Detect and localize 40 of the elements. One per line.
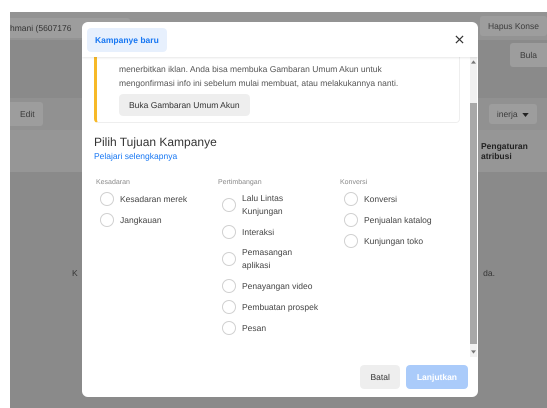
option-label: Jangkauan (120, 214, 162, 226)
option-label: Lalu Lintas Kunjungan (242, 192, 284, 218)
radio-button[interactable] (222, 225, 236, 239)
dialog-tab[interactable]: Kampanye baru (87, 28, 167, 52)
radio-button[interactable] (100, 192, 114, 206)
text-fragment: K (72, 268, 78, 278)
option-label: Penayangan video (242, 280, 312, 292)
caret-icon (522, 112, 529, 117)
radio-button[interactable] (222, 279, 236, 293)
notice-text: menerbitkan iklan. Anda bisa membuka Gambaran Umum Akun untuk mengonfirmasi info ini sebelum mulai membuat, atau melakukannya nanti. (119, 63, 400, 90)
period-button[interactable]: Bula (510, 43, 547, 67)
performance-button[interactable]: inerja (488, 104, 537, 124)
radio-button[interactable] (222, 252, 236, 266)
edit-button[interactable]: Edit (10, 102, 43, 126)
radio-button[interactable] (344, 234, 358, 248)
option-label: Pembuatan prospek (242, 300, 318, 314)
text-fragment: da. (483, 268, 495, 278)
scrollbar[interactable] (470, 57, 477, 357)
section-heading: Pilih Tujuan Kampanye (94, 135, 218, 149)
learn-more-link[interactable]: Pelajari selengkapnya (94, 151, 178, 161)
option-label: Kesadaran merek (120, 192, 188, 206)
radio-button[interactable] (344, 192, 358, 206)
close-icon[interactable] (455, 35, 464, 44)
option-label: Pemasangan aplikasi (242, 246, 292, 272)
scroll-down-icon[interactable] (471, 350, 476, 354)
radio-button[interactable] (100, 213, 114, 227)
radio-button[interactable] (222, 198, 236, 212)
cancel-button[interactable]: Batal (360, 365, 400, 389)
option-label: Penjualan katalog (364, 214, 432, 226)
radio-button[interactable] (222, 321, 236, 335)
radio-button[interactable] (344, 213, 358, 227)
account-overview-button[interactable]: Buka Gambaran Umum Akun (119, 94, 250, 116)
column-header: Pengaturan atribusi (481, 141, 529, 161)
scroll-up-icon[interactable] (471, 60, 476, 64)
radio-button[interactable] (222, 300, 236, 314)
option-label: Kunjungan toko (364, 234, 424, 248)
option-label: Interaksi (242, 226, 274, 238)
option-label: Pesan (242, 322, 266, 334)
option-label: Konversi (364, 192, 398, 206)
delete-draft-button[interactable]: Hapus Konse (480, 16, 547, 36)
